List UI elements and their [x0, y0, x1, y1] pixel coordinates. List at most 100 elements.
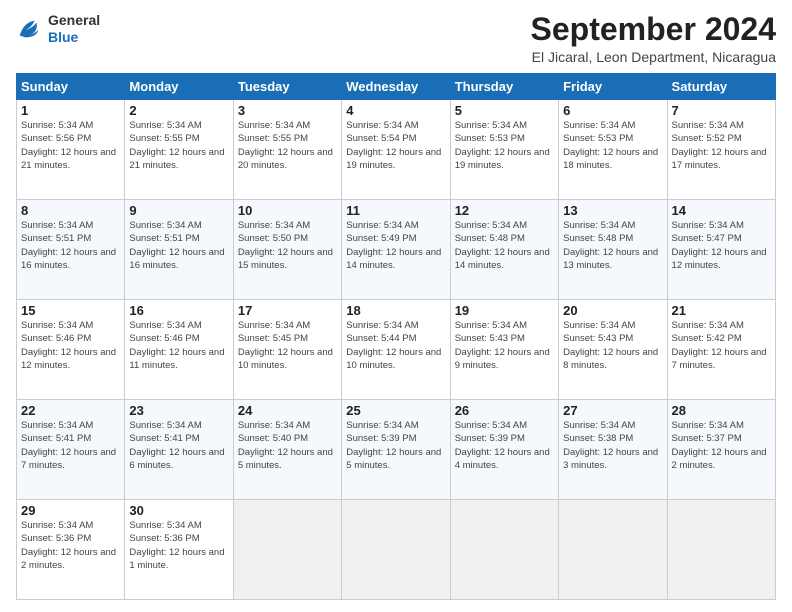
- calendar-cell: 28Sunrise: 5:34 AMSunset: 5:37 PMDayligh…: [667, 400, 775, 500]
- day-number: 26: [455, 403, 554, 418]
- day-info: Sunrise: 5:34 AMSunset: 5:52 PMDaylight:…: [672, 119, 771, 172]
- day-info: Sunrise: 5:34 AMSunset: 5:53 PMDaylight:…: [455, 119, 554, 172]
- header-sunday: Sunday: [17, 74, 125, 100]
- day-info: Sunrise: 5:34 AMSunset: 5:51 PMDaylight:…: [21, 219, 120, 272]
- calendar-cell: 27Sunrise: 5:34 AMSunset: 5:38 PMDayligh…: [559, 400, 667, 500]
- calendar-header-row: SundayMondayTuesdayWednesdayThursdayFrid…: [17, 74, 776, 100]
- day-number: 8: [21, 203, 120, 218]
- day-info: Sunrise: 5:34 AMSunset: 5:40 PMDaylight:…: [238, 419, 337, 472]
- day-info: Sunrise: 5:34 AMSunset: 5:43 PMDaylight:…: [563, 319, 662, 372]
- day-info: Sunrise: 5:34 AMSunset: 5:41 PMDaylight:…: [129, 419, 228, 472]
- logo-icon: [16, 15, 44, 43]
- calendar-cell: 17Sunrise: 5:34 AMSunset: 5:45 PMDayligh…: [233, 300, 341, 400]
- day-number: 30: [129, 503, 228, 518]
- day-info: Sunrise: 5:34 AMSunset: 5:54 PMDaylight:…: [346, 119, 445, 172]
- page-header: General Blue September 2024 El Jicaral, …: [16, 12, 776, 65]
- day-number: 21: [672, 303, 771, 318]
- day-info: Sunrise: 5:34 AMSunset: 5:46 PMDaylight:…: [21, 319, 120, 372]
- header-saturday: Saturday: [667, 74, 775, 100]
- calendar-cell: 22Sunrise: 5:34 AMSunset: 5:41 PMDayligh…: [17, 400, 125, 500]
- day-info: Sunrise: 5:34 AMSunset: 5:36 PMDaylight:…: [129, 519, 228, 572]
- location: El Jicaral, Leon Department, Nicaragua: [531, 49, 776, 65]
- day-number: 2: [129, 103, 228, 118]
- day-info: Sunrise: 5:34 AMSunset: 5:38 PMDaylight:…: [563, 419, 662, 472]
- header-thursday: Thursday: [450, 74, 558, 100]
- day-number: 18: [346, 303, 445, 318]
- calendar-cell: 10Sunrise: 5:34 AMSunset: 5:50 PMDayligh…: [233, 200, 341, 300]
- calendar-week-1: 1Sunrise: 5:34 AMSunset: 5:56 PMDaylight…: [17, 100, 776, 200]
- day-number: 17: [238, 303, 337, 318]
- header-monday: Monday: [125, 74, 233, 100]
- calendar-week-4: 22Sunrise: 5:34 AMSunset: 5:41 PMDayligh…: [17, 400, 776, 500]
- day-info: Sunrise: 5:34 AMSunset: 5:44 PMDaylight:…: [346, 319, 445, 372]
- calendar-cell: 12Sunrise: 5:34 AMSunset: 5:48 PMDayligh…: [450, 200, 558, 300]
- calendar-cell: 15Sunrise: 5:34 AMSunset: 5:46 PMDayligh…: [17, 300, 125, 400]
- calendar-week-5: 29Sunrise: 5:34 AMSunset: 5:36 PMDayligh…: [17, 500, 776, 600]
- day-number: 10: [238, 203, 337, 218]
- day-info: Sunrise: 5:34 AMSunset: 5:53 PMDaylight:…: [563, 119, 662, 172]
- calendar-cell: 30Sunrise: 5:34 AMSunset: 5:36 PMDayligh…: [125, 500, 233, 600]
- calendar-cell: 1Sunrise: 5:34 AMSunset: 5:56 PMDaylight…: [17, 100, 125, 200]
- day-info: Sunrise: 5:34 AMSunset: 5:36 PMDaylight:…: [21, 519, 120, 572]
- day-number: 9: [129, 203, 228, 218]
- title-block: September 2024 El Jicaral, Leon Departme…: [531, 12, 776, 65]
- day-number: 22: [21, 403, 120, 418]
- calendar-cell: 5Sunrise: 5:34 AMSunset: 5:53 PMDaylight…: [450, 100, 558, 200]
- calendar-cell: 14Sunrise: 5:34 AMSunset: 5:47 PMDayligh…: [667, 200, 775, 300]
- calendar-cell: 2Sunrise: 5:34 AMSunset: 5:55 PMDaylight…: [125, 100, 233, 200]
- day-number: 25: [346, 403, 445, 418]
- day-number: 28: [672, 403, 771, 418]
- calendar-cell: 3Sunrise: 5:34 AMSunset: 5:55 PMDaylight…: [233, 100, 341, 200]
- day-number: 4: [346, 103, 445, 118]
- day-info: Sunrise: 5:34 AMSunset: 5:39 PMDaylight:…: [346, 419, 445, 472]
- day-number: 15: [21, 303, 120, 318]
- calendar-cell: 26Sunrise: 5:34 AMSunset: 5:39 PMDayligh…: [450, 400, 558, 500]
- day-info: Sunrise: 5:34 AMSunset: 5:51 PMDaylight:…: [129, 219, 228, 272]
- header-tuesday: Tuesday: [233, 74, 341, 100]
- day-info: Sunrise: 5:34 AMSunset: 5:41 PMDaylight:…: [21, 419, 120, 472]
- header-friday: Friday: [559, 74, 667, 100]
- day-number: 16: [129, 303, 228, 318]
- day-number: 11: [346, 203, 445, 218]
- day-info: Sunrise: 5:34 AMSunset: 5:45 PMDaylight:…: [238, 319, 337, 372]
- calendar-cell: 24Sunrise: 5:34 AMSunset: 5:40 PMDayligh…: [233, 400, 341, 500]
- day-info: Sunrise: 5:34 AMSunset: 5:48 PMDaylight:…: [455, 219, 554, 272]
- calendar-cell: 9Sunrise: 5:34 AMSunset: 5:51 PMDaylight…: [125, 200, 233, 300]
- logo-text: General Blue: [48, 12, 100, 46]
- header-wednesday: Wednesday: [342, 74, 450, 100]
- day-info: Sunrise: 5:34 AMSunset: 5:56 PMDaylight:…: [21, 119, 120, 172]
- calendar-cell: 6Sunrise: 5:34 AMSunset: 5:53 PMDaylight…: [559, 100, 667, 200]
- day-info: Sunrise: 5:34 AMSunset: 5:39 PMDaylight:…: [455, 419, 554, 472]
- day-number: 20: [563, 303, 662, 318]
- day-number: 24: [238, 403, 337, 418]
- calendar-cell: 25Sunrise: 5:34 AMSunset: 5:39 PMDayligh…: [342, 400, 450, 500]
- day-number: 14: [672, 203, 771, 218]
- day-number: 3: [238, 103, 337, 118]
- day-info: Sunrise: 5:34 AMSunset: 5:46 PMDaylight:…: [129, 319, 228, 372]
- day-info: Sunrise: 5:34 AMSunset: 5:48 PMDaylight:…: [563, 219, 662, 272]
- month-title: September 2024: [531, 12, 776, 47]
- calendar-cell: 8Sunrise: 5:34 AMSunset: 5:51 PMDaylight…: [17, 200, 125, 300]
- calendar-cell: [342, 500, 450, 600]
- day-info: Sunrise: 5:34 AMSunset: 5:47 PMDaylight:…: [672, 219, 771, 272]
- day-info: Sunrise: 5:34 AMSunset: 5:42 PMDaylight:…: [672, 319, 771, 372]
- day-number: 5: [455, 103, 554, 118]
- day-number: 29: [21, 503, 120, 518]
- calendar-cell: 23Sunrise: 5:34 AMSunset: 5:41 PMDayligh…: [125, 400, 233, 500]
- calendar-cell: [667, 500, 775, 600]
- day-number: 1: [21, 103, 120, 118]
- calendar-cell: 19Sunrise: 5:34 AMSunset: 5:43 PMDayligh…: [450, 300, 558, 400]
- day-info: Sunrise: 5:34 AMSunset: 5:55 PMDaylight:…: [129, 119, 228, 172]
- calendar-table: SundayMondayTuesdayWednesdayThursdayFrid…: [16, 73, 776, 600]
- calendar-cell: 7Sunrise: 5:34 AMSunset: 5:52 PMDaylight…: [667, 100, 775, 200]
- logo: General Blue: [16, 12, 100, 46]
- calendar-cell: [233, 500, 341, 600]
- day-number: 13: [563, 203, 662, 218]
- day-number: 23: [129, 403, 228, 418]
- calendar-cell: [450, 500, 558, 600]
- day-info: Sunrise: 5:34 AMSunset: 5:43 PMDaylight:…: [455, 319, 554, 372]
- day-number: 12: [455, 203, 554, 218]
- calendar-cell: 13Sunrise: 5:34 AMSunset: 5:48 PMDayligh…: [559, 200, 667, 300]
- calendar-week-3: 15Sunrise: 5:34 AMSunset: 5:46 PMDayligh…: [17, 300, 776, 400]
- day-info: Sunrise: 5:34 AMSunset: 5:50 PMDaylight:…: [238, 219, 337, 272]
